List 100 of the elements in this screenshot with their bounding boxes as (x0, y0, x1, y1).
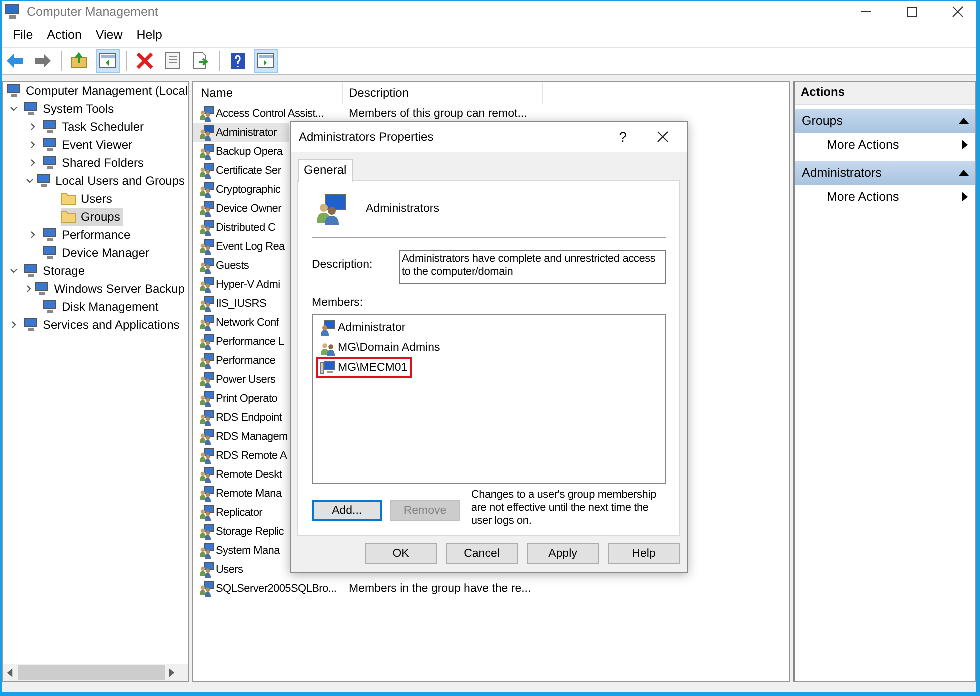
group-row[interactable]: Backup Opera (193, 142, 343, 161)
horizontal-scrollbar[interactable] (3, 664, 188, 681)
menu-item[interactable]: View (88, 26, 130, 44)
user-group-icon (316, 193, 348, 225)
dialog-button[interactable]: Help (608, 543, 680, 564)
member-item[interactable]: Administrator (316, 317, 410, 338)
user-group-icon (199, 124, 215, 140)
actions-section-header[interactable]: Administrators (795, 161, 975, 185)
window-title: Computer Management (27, 5, 158, 19)
collapse-chevron-icon[interactable] (26, 177, 34, 185)
actions-header: Actions (795, 82, 975, 105)
user-group-icon (199, 162, 215, 178)
column-header[interactable]: Description (343, 82, 543, 104)
submenu-arrow-icon (962, 192, 968, 202)
collapse-triangle-icon (959, 170, 969, 176)
computer-icon (23, 317, 39, 333)
tree-item[interactable]: Services and Applications (23, 316, 183, 334)
actions-section-header[interactable]: Groups (795, 109, 975, 133)
menu-item[interactable]: File (6, 26, 40, 44)
app-icon (5, 4, 21, 20)
user-group-icon (199, 106, 215, 122)
expand-chevron-icon[interactable] (29, 123, 37, 131)
user-group-icon (199, 448, 215, 464)
maximize-icon[interactable] (906, 6, 918, 18)
tree-item[interactable]: Task Scheduler (42, 118, 148, 136)
collapse-chevron-icon[interactable] (10, 105, 18, 113)
members-label: Members: (312, 297, 364, 309)
group-row[interactable]: Users (193, 560, 343, 579)
group-row[interactable]: Event Log Rea (193, 237, 343, 256)
highlighted-member[interactable]: MG\MECM01 (316, 357, 412, 378)
dialog-button[interactable]: Apply (527, 543, 599, 564)
tab[interactable]: General (298, 159, 353, 182)
description-field[interactable]: Administrators have complete and unrestricted access to the computer/domain (399, 250, 666, 284)
column-header[interactable]: Name (193, 82, 343, 104)
action-item[interactable]: More Actions (795, 185, 975, 209)
computer-icon (320, 360, 336, 376)
description-label: Description: (312, 258, 374, 271)
tree-item[interactable]: Users (61, 190, 116, 208)
user-group-icon (199, 182, 215, 198)
user-group-icon (199, 238, 215, 254)
computer-icon (23, 101, 39, 117)
tree-item[interactable]: Shared Folders (42, 154, 148, 172)
help-button[interactable]: ? (619, 129, 627, 145)
pane-toggle-icon[interactable] (96, 49, 120, 73)
dialog-button[interactable]: OK (365, 543, 437, 564)
computer-icon (36, 173, 52, 189)
group-row[interactable]: Cryptographic (193, 180, 343, 199)
user-group-icon (199, 486, 215, 502)
user-group-icon (199, 410, 215, 426)
dialog-button[interactable]: Cancel (446, 543, 518, 564)
user-group-icon (199, 296, 215, 312)
member-item[interactable]: MG\Domain Admins (316, 337, 444, 358)
group-row[interactable]: Hyper-V Admi (193, 275, 343, 294)
expand-chevron-icon[interactable] (29, 231, 37, 239)
group-row[interactable]: Access Control Assist... (193, 104, 343, 123)
tree-item[interactable]: Device Manager (42, 244, 152, 262)
menu-item[interactable]: Help (130, 26, 170, 44)
user-group-icon (199, 524, 215, 540)
collapse-chevron-icon[interactable] (10, 267, 18, 275)
computer-icon (42, 299, 58, 315)
user-group-icon (199, 220, 215, 236)
user-group-icon (199, 276, 215, 292)
members-list[interactable]: Administrator MG\Domain Admins MG\MECM01 (312, 314, 666, 484)
computer-icon (42, 137, 58, 153)
pane-toggle-icon[interactable] (254, 49, 278, 73)
group-row[interactable]: Remote Mana (193, 484, 343, 503)
menu-item[interactable]: Action (40, 26, 89, 44)
computer-icon (23, 263, 39, 279)
tree-item[interactable]: Computer Management (Local (6, 82, 192, 100)
close-icon[interactable] (657, 131, 669, 143)
tree-item[interactable]: Storage (23, 262, 88, 280)
computer-icon (42, 227, 58, 243)
tree-item[interactable]: Performance (42, 226, 134, 244)
tree-item[interactable]: Groups (61, 208, 124, 226)
group-row[interactable]: SQLServer2005SQLBro... (193, 579, 343, 598)
expand-chevron-icon[interactable] (25, 285, 34, 293)
tree-item[interactable]: Windows Server Backup (34, 280, 188, 298)
collapse-triangle-icon (959, 118, 969, 124)
computer-icon (42, 119, 58, 135)
user-group-icon (199, 390, 215, 406)
action-item[interactable]: More Actions (795, 133, 975, 157)
folder-icon (61, 209, 77, 225)
group-row[interactable]: Storage Replic (193, 522, 343, 541)
tree-item[interactable]: Event Viewer (42, 136, 136, 154)
user-group-icon (199, 466, 215, 482)
computer-icon (34, 281, 50, 297)
group-row[interactable]: Administrator (193, 123, 289, 142)
close-icon[interactable] (952, 6, 964, 18)
tree-item[interactable]: System Tools (23, 100, 118, 118)
add-button[interactable]: Add... (312, 500, 382, 521)
group-row[interactable]: System Mana (193, 541, 343, 560)
tree-item[interactable]: Disk Management (42, 298, 162, 316)
expand-chevron-icon[interactable] (29, 159, 37, 167)
group-name: Administrators (366, 203, 440, 215)
group-row[interactable]: Device Owner (193, 199, 343, 218)
group-row[interactable]: Distributed C (193, 218, 343, 237)
expand-chevron-icon[interactable] (10, 321, 18, 329)
membership-note: Changes to a user's group membership are not effective until the next time the user logs on. (471, 489, 658, 528)
tree-item[interactable]: Local Users and Groups (36, 172, 188, 190)
expand-chevron-icon[interactable] (29, 141, 37, 149)
